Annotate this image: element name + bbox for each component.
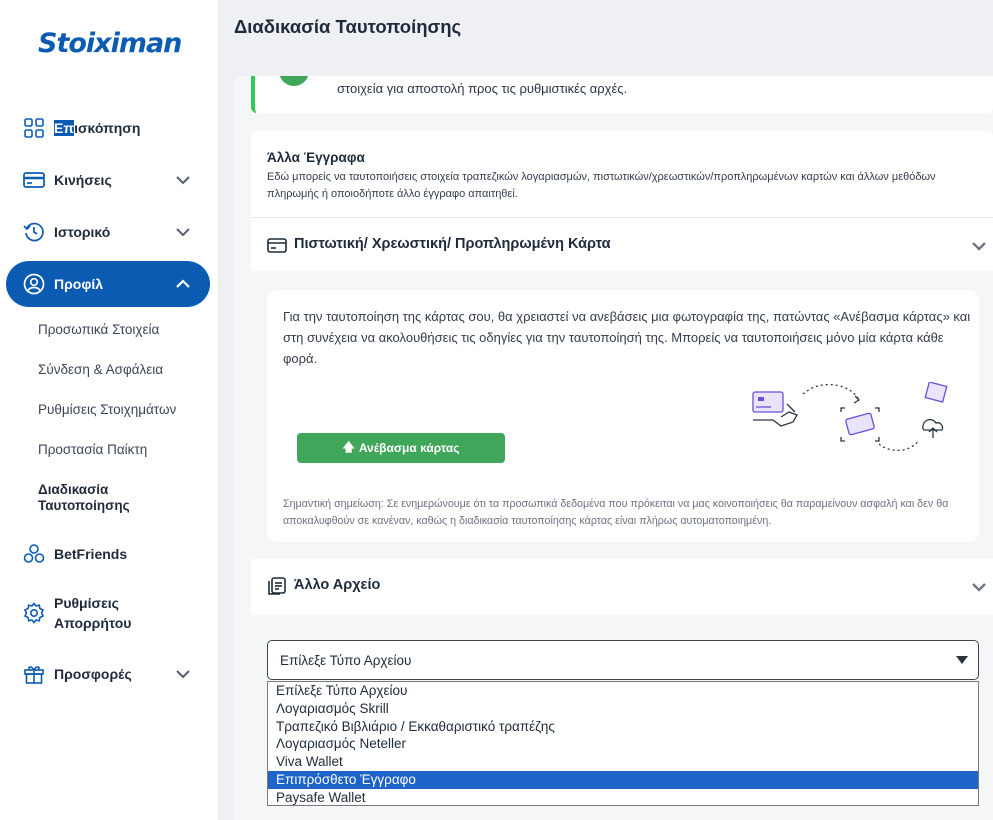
gear-icon: [23, 602, 45, 624]
other-file-accordion-header[interactable]: Άλλο Αρχείο: [251, 559, 993, 615]
sidebar-item-label: Προφίλ: [54, 276, 104, 292]
gift-icon: [23, 663, 45, 685]
stoiximan-logo[interactable]: Stoiximan: [38, 28, 182, 59]
file-type-dropdown: Επίλεξε Τύπο Αρχείου Λογαριασμός Skrill …: [267, 681, 979, 806]
check-circle-icon: [279, 76, 309, 86]
dropdown-option[interactable]: Paysafe Wallet: [268, 789, 978, 807]
sidebar-subitem-verification[interactable]: Διαδικασία Ταυτοποίησης: [38, 482, 130, 514]
main-panel: στοιχεία για αποστολή προς τις ρυθμιστικ…: [234, 76, 993, 820]
user-icon: [23, 273, 45, 295]
sidebar-item-label: Ρυθμίσεις Απορρήτου: [54, 595, 132, 631]
chevron-down-icon: [176, 176, 190, 185]
sidebar-item-offers[interactable]: Προσφορές: [6, 651, 210, 697]
dropdown-option[interactable]: Λογαριασμός Neteller: [268, 735, 978, 753]
card-verification-illustration: [752, 382, 948, 451]
credit-card-icon: [267, 238, 287, 253]
sidebar-item-label: BetFriends: [54, 546, 128, 562]
chevron-down-icon[interactable]: [969, 577, 989, 597]
documents-icon: [268, 577, 286, 595]
accordion-title: Πιστωτική/ Χρεωστική/ Προπληρωμένη Κάρτα: [294, 236, 611, 252]
chevron-down-icon[interactable]: [969, 236, 989, 256]
sidebar-item-label: Επισκόπηση: [54, 120, 141, 136]
dropdown-option[interactable]: Viva Wallet: [268, 753, 978, 771]
sidebar: Stoiximan Επισκόπηση Κινήσεις Ιστορικό Π…: [0, 0, 218, 820]
sidebar-subitem-player-protection[interactable]: Προστασία Παίκτη: [38, 442, 147, 457]
card-icon: [23, 169, 45, 191]
sidebar-subitem-login-security[interactable]: Σύνδεση & Ασφάλεια: [38, 362, 163, 377]
other-documents-section: Άλλα Έγγραφα Εδώ μπορείς να ταυτοποιήσει…: [251, 131, 993, 217]
chevron-down-icon: [176, 670, 190, 679]
friends-icon: [23, 543, 45, 565]
sidebar-item-history[interactable]: Ιστορικό: [6, 209, 210, 255]
section-description: Εδώ μπορείς να ταυτοποιήσεις στοιχεία τρ…: [267, 171, 936, 200]
sidebar-item-label: Ιστορικό: [54, 224, 111, 240]
success-notice: στοιχεία για αποστολή προς τις ρυθμιστικ…: [251, 76, 993, 113]
dropdown-option[interactable]: Επίλεξε Τύπο Αρχείου: [268, 682, 978, 700]
dropdown-option[interactable]: Τραπεζικό Βιβλιάριο / Εκκαθαριστικό τραπ…: [268, 718, 978, 736]
accordion-title: Άλλο Αρχείο: [294, 577, 381, 593]
dropdown-option[interactable]: Λογαριασμός Skrill: [268, 700, 978, 718]
grid-icon: [23, 117, 45, 139]
caret-down-icon: [956, 656, 968, 664]
card-accordion-header[interactable]: Πιστωτική/ Χρεωστική/ Προπληρωμένη Κάρτα: [251, 217, 993, 271]
sidebar-item-profile[interactable]: Προφίλ: [6, 261, 210, 307]
sidebar-subitem-personal-details[interactable]: Προσωπικά Στοιχεία: [38, 322, 159, 337]
sidebar-item-overview[interactable]: Επισκόπηση: [6, 105, 210, 151]
success-notice-text: στοιχεία για αποστολή προς τις ρυθμιστικ…: [337, 81, 628, 96]
chevron-down-icon: [176, 228, 190, 237]
sidebar-item-label: Κινήσεις: [54, 172, 112, 188]
chevron-up-icon: [176, 279, 190, 288]
dropdown-option-highlighted[interactable]: Επιπρόσθετο Έγγραφο: [268, 770, 978, 789]
card-instructions: Για την ταυτοποίηση της κάρτας σου, θα χ…: [283, 309, 971, 366]
select-value: Επίλεξε Τύπο Αρχείου: [280, 653, 412, 668]
sidebar-item-betfriends[interactable]: BetFriends: [6, 531, 210, 577]
file-type-select[interactable]: Επίλεξε Τύπο Αρχείου: [267, 640, 979, 680]
sidebar-item-transactions[interactable]: Κινήσεις: [6, 157, 210, 203]
clipped-text-line: [337, 76, 993, 77]
sidebar-subitem-betting-settings[interactable]: Ρυθμίσεις Στοιχημάτων: [38, 402, 176, 417]
upload-arrow-icon: 🡅: [342, 439, 355, 454]
section-title: Άλλα Έγγραφα: [267, 150, 365, 165]
privacy-note: Σημαντική σημείωση: Σε ενημερώνουμε ότι …: [283, 498, 949, 527]
page-title: Διαδικασία Ταυτοποίησης: [234, 16, 462, 37]
history-icon: [23, 221, 45, 243]
page-header: Διαδικασία Ταυτοποίησης: [218, 0, 993, 58]
sidebar-item-label: Προσφορές: [54, 666, 132, 682]
card-upload-panel: Για την ταυτοποίηση της κάρτας σου, θα χ…: [267, 290, 979, 542]
upload-card-button[interactable]: 🡅 Ανέβασμα κάρτας: [297, 433, 505, 463]
sidebar-item-privacy-settings[interactable]: Ρυθμίσεις Απορρήτου: [6, 590, 210, 636]
